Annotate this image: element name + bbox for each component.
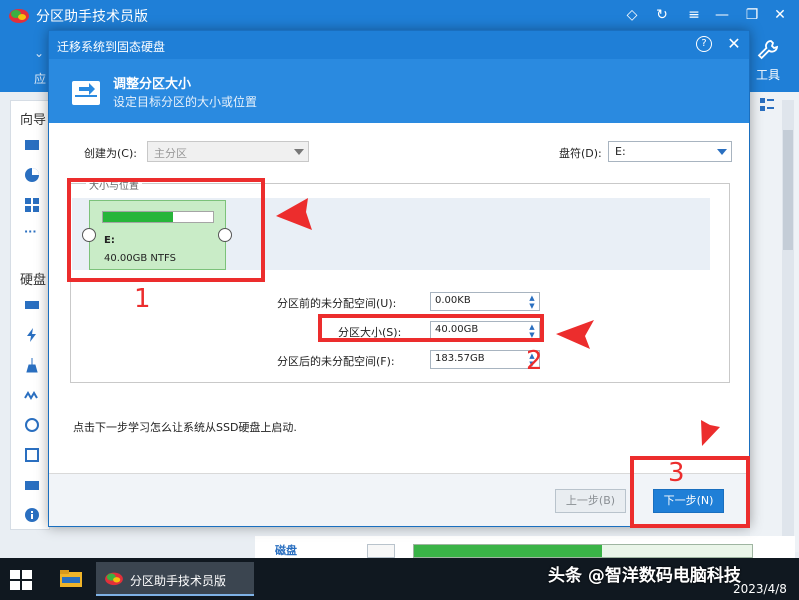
refresh-icon[interactable]: ↻ bbox=[652, 5, 672, 25]
create-as-value: 主分区 bbox=[154, 147, 187, 160]
annotation-number-1: 1 bbox=[134, 284, 151, 314]
more-icon[interactable]: ··· bbox=[24, 225, 40, 241]
keyboard-icon[interactable] bbox=[24, 477, 40, 493]
annotation-number-3: 3 bbox=[668, 458, 685, 488]
disk-icon[interactable] bbox=[24, 297, 40, 313]
chevron-down-icon bbox=[294, 149, 304, 155]
unalloc-before-input[interactable]: 0.00KB ▲ ▼ bbox=[430, 292, 540, 311]
app-titlebar: 分区助手技术员版 ◇ ↻ ≡ — ❐ ✕ bbox=[0, 0, 799, 30]
app-title: 分区助手技术员版 bbox=[36, 9, 148, 25]
convert-icon[interactable] bbox=[24, 447, 40, 463]
windows-start-icon[interactable] bbox=[10, 570, 32, 590]
help-icon[interactable]: ? bbox=[696, 36, 712, 52]
taskbar-app-label: 分区助手技术员版 bbox=[130, 574, 227, 588]
annotation-box-2 bbox=[318, 314, 544, 342]
previous-button[interactable]: 上一步(B) bbox=[555, 489, 626, 513]
minimize-button[interactable]: — bbox=[712, 5, 732, 25]
file-explorer-icon[interactable] bbox=[60, 568, 82, 588]
unalloc-after-label: 分区后的未分配空间(F): bbox=[277, 355, 395, 368]
unalloc-after-value: 183.57GB bbox=[435, 353, 485, 364]
broom-icon[interactable] bbox=[24, 357, 40, 373]
annotation-box-3 bbox=[630, 456, 750, 528]
scrollbar[interactable] bbox=[782, 100, 794, 540]
windows-icon[interactable] bbox=[24, 197, 40, 213]
annotation-box-1 bbox=[67, 178, 265, 282]
check-disk-icon[interactable] bbox=[24, 417, 40, 433]
background-disk-row: 磁盘 bbox=[255, 536, 795, 558]
dialog-titlebar: 迁移系统到固态硬盘 ? ✕ bbox=[49, 31, 749, 59]
wave-icon[interactable] bbox=[24, 387, 40, 403]
left-panel: 向导 ··· 硬盘 bbox=[10, 100, 50, 530]
taskbar: 分区助手技术员版 头条 @智洋数码电脑科技 2023/4/8 bbox=[0, 558, 799, 600]
wizard-heading: 向导 bbox=[20, 113, 47, 128]
drive-letter-value: E: bbox=[615, 145, 626, 158]
create-as-label: 创建为(C): bbox=[84, 147, 137, 160]
disk-heading: 硬盘 bbox=[20, 273, 47, 288]
dialog-header: 调整分区大小 设定目标分区的大小或位置 bbox=[49, 59, 749, 123]
tools-button[interactable]: 工具 bbox=[748, 38, 788, 88]
chevron-down-icon[interactable]: ⌄ bbox=[34, 46, 44, 60]
taskbar-app-button[interactable]: 分区助手技术员版 bbox=[96, 562, 254, 596]
close-icon[interactable]: ✕ bbox=[725, 34, 743, 54]
lightning-icon[interactable] bbox=[24, 327, 40, 343]
pie-icon[interactable] bbox=[24, 167, 40, 183]
menu-icon[interactable]: ≡ bbox=[684, 5, 704, 25]
chevron-down-icon bbox=[717, 149, 727, 155]
close-app-button[interactable]: ✕ bbox=[770, 5, 790, 25]
app-logo-icon bbox=[9, 9, 29, 23]
header-title: 调整分区大小 bbox=[113, 77, 192, 92]
hint-text: 点击下一步学习怎么让系统从SSD硬盘上启动. bbox=[73, 421, 297, 434]
view-toggle-icon[interactable] bbox=[760, 98, 774, 112]
watermark-text: 头条 @智洋数码电脑科技 bbox=[548, 566, 741, 586]
migrate-icon[interactable] bbox=[24, 137, 40, 153]
resize-partition-icon bbox=[72, 81, 100, 105]
active-indicator bbox=[96, 594, 254, 596]
drive-letter-select[interactable]: E: bbox=[608, 141, 732, 162]
unalloc-after-input[interactable]: 183.57GB ▲ ▼ bbox=[430, 350, 540, 369]
spin-down-icon[interactable]: ▼ bbox=[527, 302, 537, 310]
dialog-title: 迁移系统到固态硬盘 bbox=[57, 40, 166, 54]
drive-letter-label: 盘符(D): bbox=[559, 147, 602, 160]
app-logo-icon bbox=[105, 572, 123, 586]
wrench-icon bbox=[757, 40, 779, 60]
spin-up-icon[interactable]: ▲ bbox=[527, 294, 537, 302]
disk-usage-fill bbox=[414, 545, 602, 557]
annotation-number-2: 2 bbox=[526, 346, 543, 376]
restore-button[interactable]: ❐ bbox=[742, 5, 762, 25]
disk-usage-bar[interactable] bbox=[413, 544, 753, 558]
scrollbar-thumb[interactable] bbox=[783, 130, 793, 250]
disk-label: 磁盘 bbox=[275, 544, 297, 557]
header-subtitle: 设定目标分区的大小或位置 bbox=[113, 95, 258, 109]
right-panel bbox=[750, 92, 799, 552]
toolbar-partial-label[interactable]: 应 bbox=[34, 70, 46, 87]
disk-partition-box[interactable] bbox=[367, 544, 395, 558]
info-icon[interactable] bbox=[24, 507, 40, 523]
unalloc-before-value: 0.00KB bbox=[435, 295, 471, 306]
create-as-select[interactable]: 主分区 bbox=[147, 141, 309, 162]
unalloc-before-label: 分区前的未分配空间(U): bbox=[277, 297, 397, 310]
clock-date[interactable]: 2023/4/8 bbox=[733, 582, 787, 596]
diamond-icon[interactable]: ◇ bbox=[622, 5, 642, 25]
tools-label: 工具 bbox=[755, 68, 780, 82]
